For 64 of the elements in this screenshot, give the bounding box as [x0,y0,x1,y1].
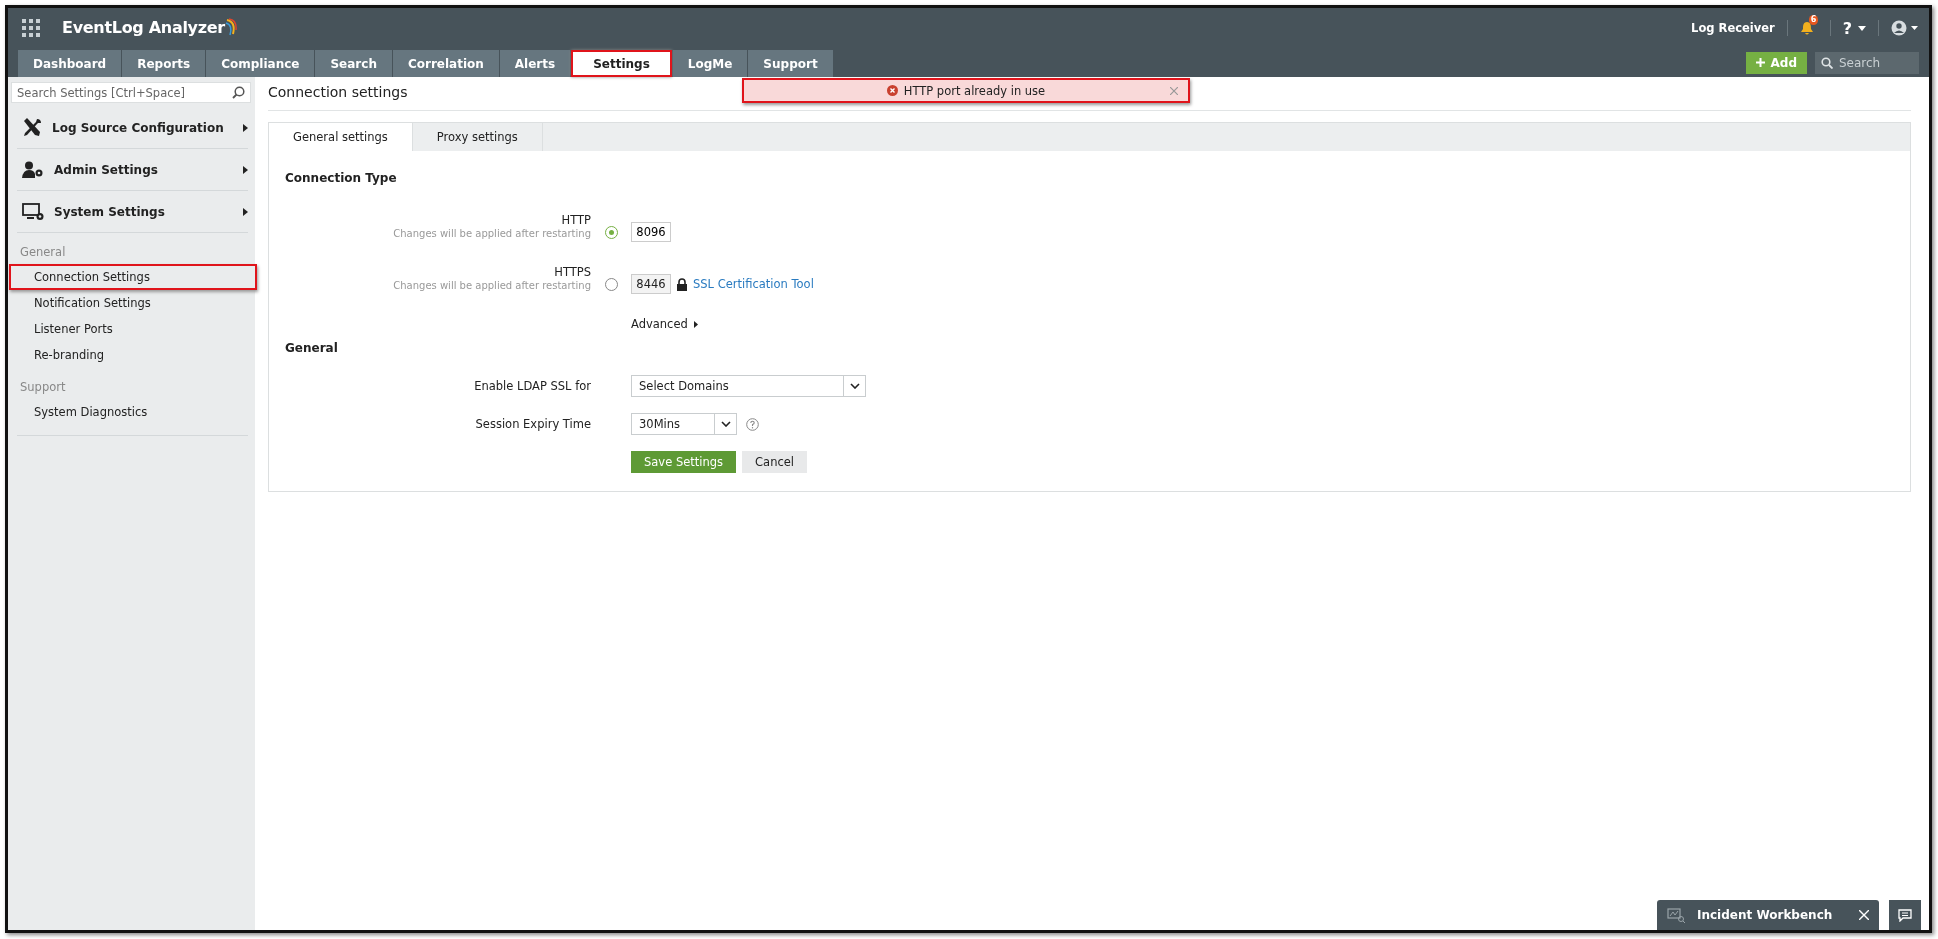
admin-user-gear-icon [22,161,44,178]
help-icon[interactable] [746,417,759,431]
caret-right-icon[interactable] [243,165,248,174]
nav-tab[interactable]: Alerts [499,50,571,77]
advanced-toggle[interactable]: Advanced [631,317,688,331]
nav-tab[interactable]: Support [748,50,833,77]
error-message: HTTP port already in use [903,83,1046,98]
sidebar-section-title: Support [19,379,67,396]
field-label: Enable LDAP SSL for [473,379,591,393]
sidebar-link[interactable]: Connection Settings [9,264,257,290]
settings-search-field[interactable]: Search Settings [Ctrl+Space] [11,82,251,103]
cancel-button[interactable]: Cancel [742,451,808,473]
lock-icon [677,277,687,291]
incident-workbench-bar[interactable]: Incident Workbench [1657,900,1879,930]
help-menu[interactable]: ? [1842,18,1852,38]
sidebar-link[interactable]: Listener Ports [8,316,257,342]
sidebar-menu-item[interactable]: Log Source Configuration [52,120,233,135]
sidebar-link[interactable]: System Diagnostics [8,399,257,425]
caret-icon[interactable] [1858,25,1866,31]
sidebar-menu-item[interactable]: System Settings [54,204,233,219]
sidebar-section-title: General [19,244,67,261]
tools-icon [22,118,42,137]
user-avatar-icon[interactable] [1891,20,1919,36]
sidebar-menu-item[interactable]: Admin Settings [54,162,233,177]
ssl-certification-tool-link[interactable]: SSL Certification Tool [693,277,814,291]
nav-tab[interactable]: Settings [571,50,672,77]
section-heading: Connection Type [284,170,398,185]
chat-button[interactable] [1889,900,1921,930]
caret-right-icon[interactable] [693,320,698,328]
dropdown[interactable]: Select Domains [631,375,866,397]
nav-tab[interactable]: Search [315,50,392,77]
chart-search-icon [1667,907,1685,923]
port-field[interactable]: 8096 [631,222,671,242]
chevron-down-icon[interactable] [849,383,860,389]
search-icon [232,86,245,99]
search-field[interactable]: Search [1815,51,1919,74]
protocol-label: HTTP Changes will be applied after restarting [392,213,591,241]
field-label: Session Expiry Time [474,417,591,431]
nav-tab[interactable]: Compliance [206,50,315,77]
bell-icon[interactable] [1799,21,1814,36]
logo-swirl-icon [224,18,237,38]
sidebar-link[interactable]: Notification Settings [8,290,257,316]
section-heading: General [284,340,339,355]
dropdown[interactable]: 30Mins [631,413,737,435]
chevron-down-icon[interactable] [720,421,731,427]
speech-bubble-icon [1898,908,1912,922]
sidebar-link[interactable]: Re-branding [8,342,257,368]
caret-right-icon[interactable] [243,207,248,216]
nav-tab[interactable]: Dashboard [18,50,122,77]
caret-right-icon[interactable] [243,123,248,132]
protocol-radio[interactable] [604,225,618,239]
plus-icon [1755,58,1765,67]
nav-tab[interactable]: Reports [122,50,206,77]
notification-count: 6 [1808,15,1819,25]
app-logo-text: EventLog Analyzer [62,18,225,37]
settings-tab[interactable]: General settings [269,123,413,151]
nav-tab[interactable]: Correlation [392,50,499,77]
nav-tab[interactable]: LogMe [672,50,748,77]
protocol-label: HTTPS Changes will be applied after restarting [392,265,591,293]
log-receiver-link[interactable]: Log Receiver [1691,21,1775,35]
monitor-gear-icon [22,202,44,221]
protocol-radio[interactable] [604,277,618,291]
apps-grid-icon[interactable] [22,19,40,37]
error-icon [886,85,898,96]
